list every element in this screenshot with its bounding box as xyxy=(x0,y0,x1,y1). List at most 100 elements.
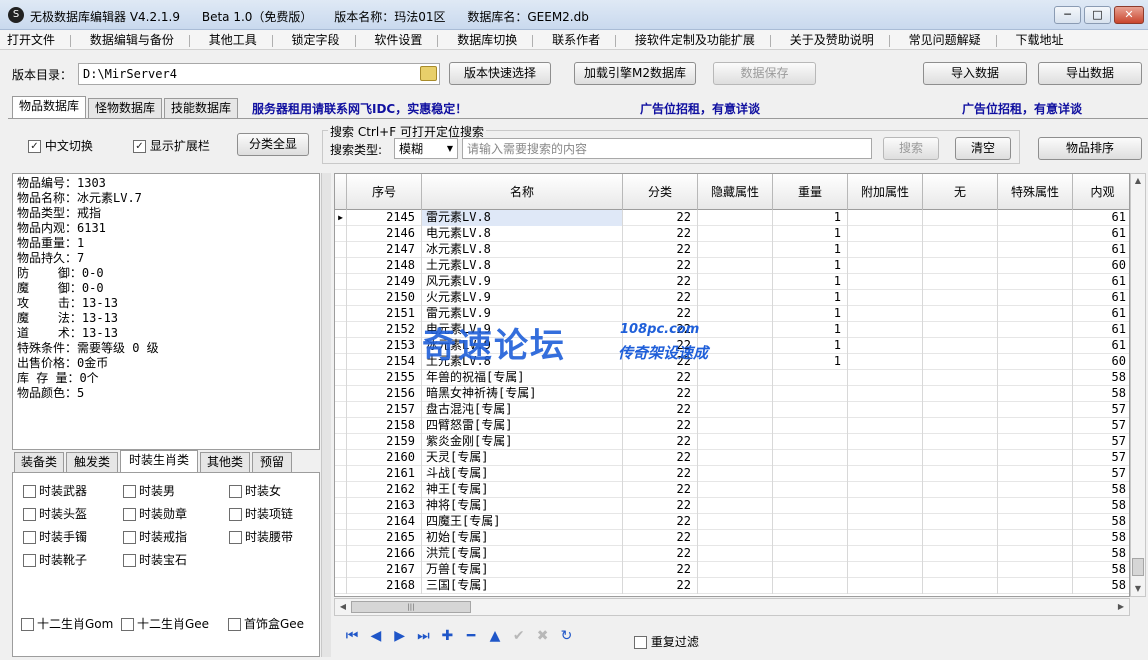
table-cell[interactable] xyxy=(923,306,998,322)
category-checkbox[interactable]: 时装男 xyxy=(123,482,175,499)
menu-contact[interactable]: 联系作者 xyxy=(545,30,607,50)
cancel-icon[interactable]: ✖ xyxy=(533,628,553,644)
table-cell[interactable] xyxy=(773,386,848,402)
dir-input[interactable]: D:\MirServer4 xyxy=(78,63,440,85)
table-cell[interactable] xyxy=(923,546,998,562)
table-cell[interactable] xyxy=(848,546,923,562)
table-cell[interactable] xyxy=(773,370,848,386)
table-cell[interactable] xyxy=(848,530,923,546)
table-cell[interactable] xyxy=(848,466,923,482)
table-cell[interactable] xyxy=(998,514,1073,530)
column-header[interactable]: 无 xyxy=(923,174,998,210)
scroll-right-icon[interactable]: ▶ xyxy=(1114,600,1128,614)
last-icon[interactable]: ⏭ xyxy=(413,628,433,644)
insert-icon[interactable]: ✚ xyxy=(437,628,457,644)
show-ext-bar-checkbox[interactable]: ✓ 显示扩展栏 xyxy=(133,137,210,154)
table-cell[interactable]: 57 xyxy=(1073,402,1129,418)
table-cell[interactable]: 神将[专属] xyxy=(422,498,623,514)
search-button[interactable]: 搜索 xyxy=(883,137,939,160)
table-cell[interactable]: 22 xyxy=(623,290,698,306)
table-cell[interactable] xyxy=(848,322,923,338)
table-cell[interactable]: 2145 xyxy=(347,210,422,226)
column-header[interactable]: 特殊属性 xyxy=(998,174,1073,210)
table-cell[interactable] xyxy=(698,258,773,274)
table-cell[interactable] xyxy=(998,530,1073,546)
table-cell[interactable]: 1 xyxy=(773,258,848,274)
table-cell[interactable] xyxy=(698,402,773,418)
table-row[interactable]: 2160 天灵[专属] 22 57 xyxy=(335,450,1129,466)
table-cell[interactable]: 61 xyxy=(1073,306,1129,322)
table-cell[interactable] xyxy=(848,370,923,386)
table-cell[interactable]: 22 xyxy=(623,546,698,562)
table-cell[interactable] xyxy=(773,466,848,482)
table-cell[interactable]: 2152 xyxy=(347,322,422,338)
table-cell[interactable] xyxy=(848,434,923,450)
dedupe-checkbox[interactable]: 重复过滤 xyxy=(634,633,699,650)
table-cell[interactable] xyxy=(698,498,773,514)
cat-tab-equipment[interactable]: 装备类 xyxy=(14,452,64,472)
category-checkbox[interactable]: 时装武器 xyxy=(23,482,87,499)
search-input[interactable]: 请输入需要搜索的内容 xyxy=(462,138,872,159)
table-cell[interactable] xyxy=(698,434,773,450)
table-cell[interactable]: 2159 xyxy=(347,434,422,450)
table-cell[interactable]: 2155 xyxy=(347,370,422,386)
table-cell[interactable] xyxy=(698,482,773,498)
table-cell[interactable]: 天灵[专属] xyxy=(422,450,623,466)
scroll-thumb[interactable] xyxy=(1132,558,1144,576)
table-cell[interactable] xyxy=(698,306,773,322)
search-type-select[interactable]: 模糊 ▼ xyxy=(394,138,458,159)
menu-download[interactable]: 下载地址 xyxy=(1008,30,1070,50)
table-cell[interactable]: 57 xyxy=(1073,434,1129,450)
table-row[interactable]: 2156 暗黑女神祈祷[专属] 22 58 xyxy=(335,386,1129,402)
table-cell[interactable]: 2164 xyxy=(347,514,422,530)
table-cell[interactable]: 盘古混沌[专属] xyxy=(422,402,623,418)
table-cell[interactable]: 58 xyxy=(1073,530,1129,546)
table-cell[interactable] xyxy=(848,354,923,370)
table-cell[interactable] xyxy=(698,242,773,258)
table-cell[interactable]: 2154 xyxy=(347,354,422,370)
table-row[interactable]: 2165 初始[专属] 22 58 xyxy=(335,530,1129,546)
table-cell[interactable]: 四魔王[专属] xyxy=(422,514,623,530)
table-cell[interactable]: 22 xyxy=(623,226,698,242)
table-cell[interactable] xyxy=(773,514,848,530)
table-cell[interactable] xyxy=(923,338,998,354)
table-cell[interactable] xyxy=(698,530,773,546)
table-cell[interactable]: 22 xyxy=(623,562,698,578)
table-cell[interactable]: 22 xyxy=(623,210,698,226)
table-cell[interactable] xyxy=(998,306,1073,322)
table-cell[interactable]: 2167 xyxy=(347,562,422,578)
table-cell[interactable]: 紫炎金刚[专属] xyxy=(422,434,623,450)
table-row[interactable]: 2149 风元素LV.9 22 1 61 xyxy=(335,274,1129,290)
category-checkbox[interactable]: 时装项链 xyxy=(229,505,293,522)
table-cell[interactable]: 58 xyxy=(1073,482,1129,498)
table-cell[interactable]: 57 xyxy=(1073,450,1129,466)
folder-icon[interactable] xyxy=(420,66,437,81)
table-cell[interactable] xyxy=(773,482,848,498)
table-cell[interactable]: 22 xyxy=(623,418,698,434)
table-cell[interactable] xyxy=(923,290,998,306)
table-cell[interactable] xyxy=(698,514,773,530)
horizontal-scrollbar[interactable]: ◀ ||| ▶ xyxy=(334,598,1130,616)
menu-edit-backup[interactable]: 数据编辑与备份 xyxy=(83,30,181,50)
table-cell[interactable] xyxy=(998,418,1073,434)
table-cell[interactable]: 1 xyxy=(773,290,848,306)
table-cell[interactable]: 斗战[专属] xyxy=(422,466,623,482)
category-checkbox[interactable]: 时装勋章 xyxy=(123,505,187,522)
table-cell[interactable] xyxy=(848,562,923,578)
table-cell[interactable] xyxy=(698,418,773,434)
table-row[interactable]: 2164 四魔王[专属] 22 58 xyxy=(335,514,1129,530)
table-cell[interactable]: 22 xyxy=(623,434,698,450)
category-checkbox[interactable]: 时装宝石 xyxy=(123,551,187,568)
menu-faq[interactable]: 常见问题解疑 xyxy=(902,30,988,50)
close-button[interactable]: ✕ xyxy=(1114,6,1144,24)
table-cell[interactable] xyxy=(998,386,1073,402)
table-cell[interactable] xyxy=(998,274,1073,290)
table-row[interactable]: 2163 神将[专属] 22 58 xyxy=(335,498,1129,514)
table-cell[interactable]: 58 xyxy=(1073,498,1129,514)
table-cell[interactable] xyxy=(698,226,773,242)
table-cell[interactable] xyxy=(923,514,998,530)
table-cell[interactable]: 61 xyxy=(1073,274,1129,290)
table-cell[interactable] xyxy=(923,434,998,450)
table-cell[interactable]: 61 xyxy=(1073,210,1129,226)
show-all-categories-button[interactable]: 分类全显 xyxy=(237,133,309,156)
